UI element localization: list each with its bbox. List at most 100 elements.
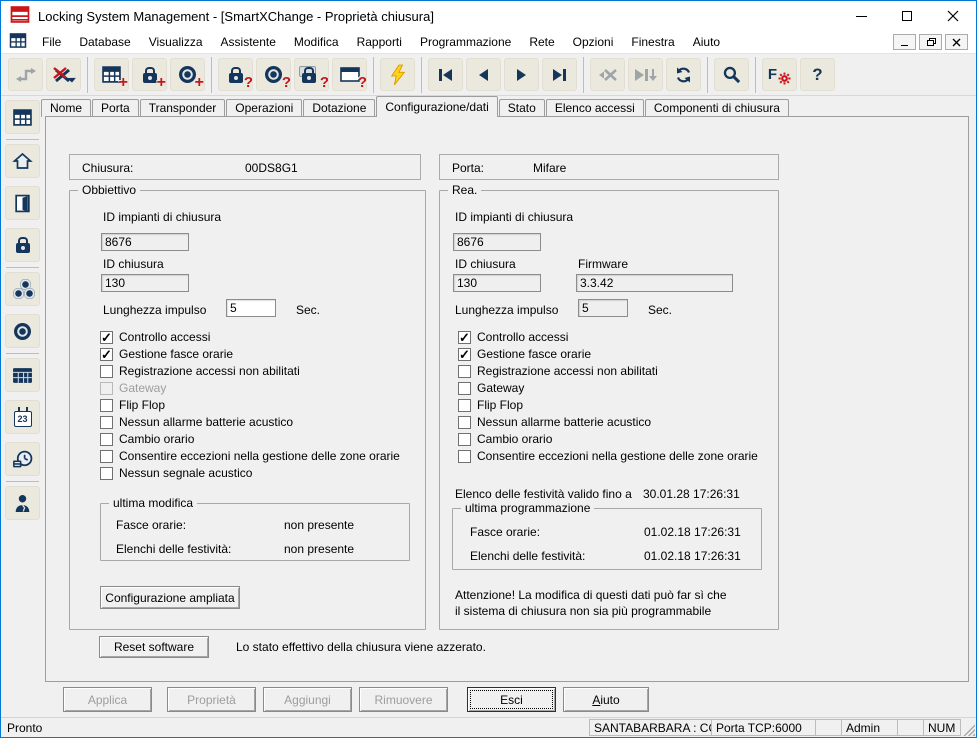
toolbar-filter-button[interactable]: F: [762, 58, 797, 91]
mdi-minimize-button[interactable]: [893, 34, 916, 50]
properties-button[interactable]: Proprietà: [167, 687, 256, 712]
sidebar-users-button[interactable]: [5, 486, 40, 520]
apply-button[interactable]: Applica: [63, 687, 152, 712]
checkbox-icon: [458, 348, 471, 361]
checkbox-gestione-fasce-orarie[interactable]: Gestione fasce orarie: [458, 347, 591, 361]
tab-stato[interactable]: Stato: [499, 99, 545, 117]
checkbox-flip-flop[interactable]: Flip Flop: [458, 398, 523, 412]
extended-configuration-button[interactable]: Configurazione ampliata: [100, 586, 240, 609]
minimize-icon: [856, 16, 867, 17]
toolbar-read-lock-button[interactable]: ?: [218, 58, 253, 91]
checkbox-gestione-fasce-orarie[interactable]: Gestione fasce orarie: [100, 347, 233, 361]
toolbar-network-button[interactable]: [8, 58, 43, 91]
tab-elenco-accessi[interactable]: Elenco accessi: [546, 99, 644, 117]
tab-nome[interactable]: Nome: [41, 99, 91, 117]
sidebar-areas-button[interactable]: [5, 144, 40, 178]
tab-componenti-di-chiusura[interactable]: Componenti di chiusura: [645, 99, 789, 117]
tab-configurazione-dati[interactable]: Configurazione/dati: [376, 96, 497, 117]
menu-modifica[interactable]: Modifica: [285, 32, 348, 52]
toolbar-read-transponder-button[interactable]: ?: [256, 58, 291, 91]
menu-rete[interactable]: Rete: [520, 32, 563, 52]
remove-button[interactable]: Rimuovere: [359, 687, 448, 712]
checkbox-nessun-allarme-batterie[interactable]: Nessun allarme batterie acustico: [458, 415, 651, 429]
minimize-button[interactable]: [838, 1, 884, 31]
checkbox-consentire-eccezioni[interactable]: Consentire eccezioni nella gestione dell…: [458, 449, 758, 463]
add-button[interactable]: Aggiungi: [263, 687, 352, 712]
checkbox-nessun-segnale-acustico[interactable]: Nessun segnale acustico: [100, 466, 252, 480]
help-button-label: iuto: [600, 693, 619, 707]
tab-transponder[interactable]: Transponder: [140, 99, 226, 117]
toolbar-refresh-button[interactable]: [666, 58, 701, 91]
toolbar-skip-record-button[interactable]: [628, 58, 663, 91]
sidebar: 23: [1, 96, 44, 719]
mdi-close-button[interactable]: [945, 34, 968, 50]
checkbox-cambio-orario[interactable]: Cambio orario: [458, 432, 552, 446]
checkbox-gateway[interactable]: Gateway: [100, 381, 166, 395]
menu-database[interactable]: Database: [70, 32, 139, 52]
toolbar-search-button[interactable]: [714, 58, 749, 91]
checkbox-cambio-orario[interactable]: Cambio orario: [100, 432, 194, 446]
toolbar-cancel-button[interactable]: [590, 58, 625, 91]
checkbox-icon: [100, 365, 113, 378]
toolbar-disconnect-button[interactable]: [46, 58, 81, 91]
tab-operazioni[interactable]: Operazioni: [226, 99, 302, 117]
checkbox-controllo-accessi[interactable]: Controllo accessi: [458, 330, 568, 344]
toolbar-next-record-button[interactable]: [504, 58, 539, 91]
last-change-row-value: non presente: [284, 518, 354, 532]
checkbox-consentire-eccezioni[interactable]: Consentire eccezioni nella gestione dell…: [100, 449, 400, 463]
toolbar-last-record-button[interactable]: [542, 58, 577, 91]
maximize-button[interactable]: [884, 1, 930, 31]
menu-programmazione[interactable]: Programmazione: [411, 32, 520, 52]
checkbox-gateway[interactable]: Gateway: [458, 381, 524, 395]
checkbox-icon: [458, 365, 471, 378]
toolbar-read-mifare-lock-button[interactable]: ?: [294, 58, 329, 91]
target-pulse-label: Lunghezza impulso: [103, 303, 206, 317]
toolbar-program-button[interactable]: [380, 58, 415, 91]
sidebar-timezone-plan-button[interactable]: [5, 358, 40, 392]
menu-rapporti[interactable]: Rapporti: [348, 32, 411, 52]
checkbox-controllo-accessi[interactable]: Controllo accessi: [100, 330, 210, 344]
actual-firmware-field: 3.3.42: [576, 274, 733, 292]
menu-opzioni[interactable]: Opzioni: [564, 32, 623, 52]
toolbar-previous-record-button[interactable]: [466, 58, 501, 91]
close-button[interactable]: [930, 1, 976, 31]
help-button[interactable]: Aiuto: [563, 687, 649, 712]
toolbar-query-window-button[interactable]: ?: [332, 58, 367, 91]
tab-dotazione[interactable]: Dotazione: [303, 99, 375, 117]
toolbar-new-lock-button[interactable]: +: [132, 58, 167, 91]
holiday-valid-label: Elenco delle festività valido fino a: [455, 487, 632, 501]
sidebar-holiday-list-button[interactable]: 23: [5, 400, 40, 434]
toolbar-help-button[interactable]: ?: [800, 58, 835, 91]
mdi-restore-button[interactable]: [919, 34, 942, 50]
menu-aiuto[interactable]: Aiuto: [684, 32, 729, 52]
menu-file[interactable]: File: [33, 32, 70, 52]
software-reset-button[interactable]: Reset software: [99, 636, 209, 658]
resize-grip[interactable]: [962, 723, 975, 736]
toolbar-new-locking-system-button[interactable]: +: [94, 58, 129, 91]
checkbox-nessun-allarme-batterie[interactable]: Nessun allarme batterie acustico: [100, 415, 293, 429]
sidebar-doors-button[interactable]: [5, 186, 40, 220]
sidebar-time-groups-button[interactable]: [5, 442, 40, 476]
toolbar-separator: [421, 57, 422, 93]
close-icon: [947, 10, 959, 22]
door-name-box: Porta: Mifare: [439, 154, 779, 180]
tab-porta[interactable]: Porta: [92, 99, 139, 117]
target-group: Obbiettivo ID impianti di chiusura 8676 …: [69, 190, 426, 630]
menu-visualizza[interactable]: Visualizza: [140, 32, 212, 52]
checkbox-registrazione-accessi[interactable]: Registrazione accessi non abilitati: [100, 364, 300, 378]
sidebar-transponder-groups-button[interactable]: [5, 272, 40, 306]
menu-bar: File Database Visualizza Assistente Modi…: [1, 31, 976, 54]
menu-assistente[interactable]: Assistente: [212, 32, 285, 52]
lock-icon: [229, 73, 243, 83]
target-pulse-field[interactable]: 5: [226, 299, 276, 317]
toolbar-first-record-button[interactable]: [428, 58, 463, 91]
toolbar-new-transponder-button[interactable]: +: [170, 58, 205, 91]
sidebar-matrix-button[interactable]: [5, 100, 40, 134]
sidebar-transponders-button[interactable]: [5, 314, 40, 348]
exit-button[interactable]: Esci: [467, 687, 556, 712]
help-icon: ?: [812, 65, 822, 85]
sidebar-locks-button[interactable]: [5, 228, 40, 262]
checkbox-registrazione-accessi[interactable]: Registrazione accessi non abilitati: [458, 364, 658, 378]
menu-finestra[interactable]: Finestra: [622, 32, 683, 52]
checkbox-flip-flop[interactable]: Flip Flop: [100, 398, 165, 412]
